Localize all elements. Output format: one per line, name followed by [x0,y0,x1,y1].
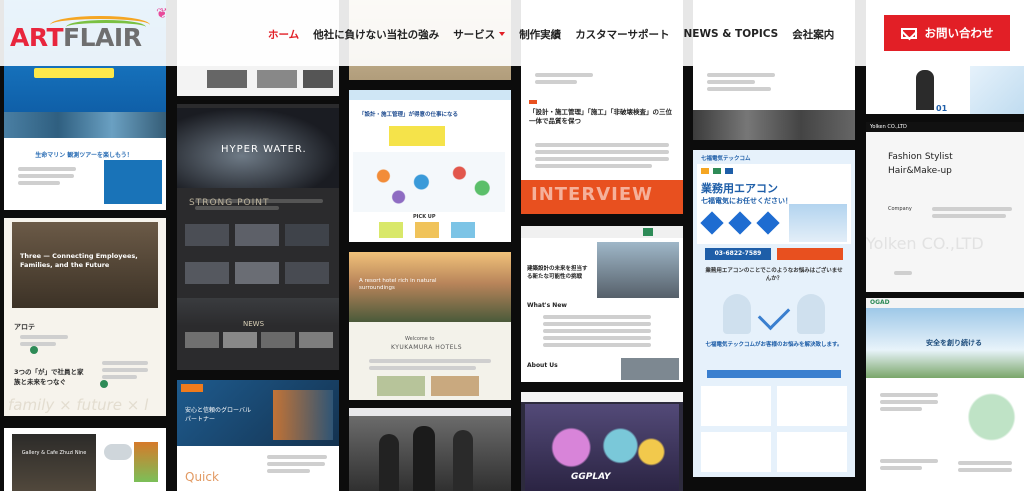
page: 生命マリン 観測ツアーを楽しもう！ Three — Connecting Emp… [0,0,1024,491]
aircon-sub: 七福電気にお任せください！ [701,197,792,205]
nav-strengths[interactable]: 他社に負けない当社の強み [313,25,439,43]
aircon-answer: 七福電気テックコムがお客様のお悩みを解決致します。 [705,342,843,348]
aircon-company: 七福電気テックコム [701,156,751,162]
portfolio-card-construction[interactable]: 「設計・施工管理」が得意の仕事になる PICK UP [349,90,511,242]
portfolio-card-business[interactable] [349,408,511,491]
yolken-title-1: Fashion Stylist [888,152,953,162]
global-partner-text: 安心と信頼のグローバルパートナー [185,407,251,423]
three-headline: Three — Connecting Employees, Families, … [20,252,138,270]
inspection-interview: INTERVIEW [531,184,653,205]
architecture-news: What's New [527,302,567,309]
portfolio-card-global-partner[interactable]: 安心と信頼のグローバルパートナー Quick [177,380,339,491]
artflair-logo[interactable]: ❦ ARTFLAIR [10,6,168,52]
logo-text-flair: FLAIR [63,23,142,52]
construction-pickup: PICK UP [413,214,436,220]
site-header: ❦ ARTFLAIR ホーム 他社に負けない当社の強み サービス 制作実績 カス… [0,0,1024,66]
logo-text-art: ART [10,23,64,52]
resort-hotel-text: A resort hotel rich in natural surroundi… [359,278,437,292]
three-footer-text: family × future × l [8,396,149,414]
portfolio-card-yolken[interactable]: Yolken CO.,LTD Fashion Stylist Hair&Make… [866,122,1024,292]
resort-hotel-name: KYUKAMURA HOTELS [391,344,463,351]
architecture-text: 建築設計の未来を担当する新たな可能性の挑戦 [527,266,588,280]
nav-support[interactable]: カスタマーサポート [575,25,669,43]
nav-company[interactable]: 会社案内 [792,25,834,43]
contact-button[interactable]: お問い合わせ [884,15,1010,51]
yolken-company: Company [888,206,912,212]
three-heading: アロテ [14,323,35,331]
strong-point-heading: STRONG POINT [189,198,270,208]
portfolio-card-hyper-water[interactable]: HYPER WATER. STRONG POINT NEWS [177,104,339,370]
nav-home[interactable]: ホーム [268,25,299,43]
nav-news[interactable]: NEWS & TOPICS [683,25,778,43]
architecture-about: About Us [527,362,558,369]
portfolio-card-aircon[interactable]: 七福電気テックコム 業務用エアコン 七福電気にお任せください！ 03-6822-… [693,150,855,477]
butterfly-icon: ❦ [156,6,168,22]
portfolio-card-architecture[interactable]: 建築設計の未来を担当する新たな可能性の挑戦 What's New About U… [521,226,683,382]
three-text: 3つの「が」で社員と家族と未来をつなぐ [14,368,84,386]
portfolio-card-ogad[interactable]: OGAD 安全を創り続ける [866,298,1024,491]
main-nav: ホーム 他社に負けない当社の強み サービス 制作実績 カスタマーサポート NEW… [268,25,848,43]
nav-works[interactable]: 制作実績 [519,25,561,43]
aircon-question: 業務用エアコンのことでこのようなお悩みはございませんか？ [705,268,843,282]
yolken-header: Yolken CO.,LTD [870,124,907,130]
chevron-down-icon [499,32,506,36]
inspection-title: 「設計・施工管理」「施工」「非破壊検査」の三位一体で品質を保つ [529,108,672,126]
yolken-watermark: Yolken CO.,LTD [866,234,984,253]
portfolio-card-three[interactable]: Three — Connecting Employees, Families, … [4,218,166,416]
portfolio-card-resort-hotel[interactable]: A resort hotel rich in natural surroundi… [349,252,511,400]
ogad-text: 安全を創り続ける [926,339,982,347]
hyper-water-news: NEWS [243,320,265,328]
portfolio-card-ggplay[interactable]: GGPLAY [521,392,683,491]
resort-welcome: Welcome to [405,336,435,342]
contact-label: お問い合わせ [924,26,994,40]
nav-services[interactable]: サービス [453,25,506,43]
yolken-title-2: Hair&Make-up [888,166,952,176]
ggplay-brand: GGPLAY [571,472,611,482]
quick-heading: Quick [185,470,219,484]
aircon-phone: 03-6822-7589 [705,248,771,260]
cafe-title: Gallery & Cafe Zhuzi Nine [21,450,87,456]
ogad-brand: OGAD [870,299,890,306]
construction-title: 「設計・施工管理」が得意の仕事になる [359,112,459,118]
marine-heading: 生命マリン 観測ツアーを楽しもう！ [35,152,133,159]
mail-icon [900,27,917,39]
portfolio-card-gallery-cafe[interactable]: Gallery & Cafe Zhuzi Nine [4,428,166,491]
aircon-title: 業務用エアコン [701,182,778,195]
hyper-water-brand: HYPER WATER. [221,144,307,155]
